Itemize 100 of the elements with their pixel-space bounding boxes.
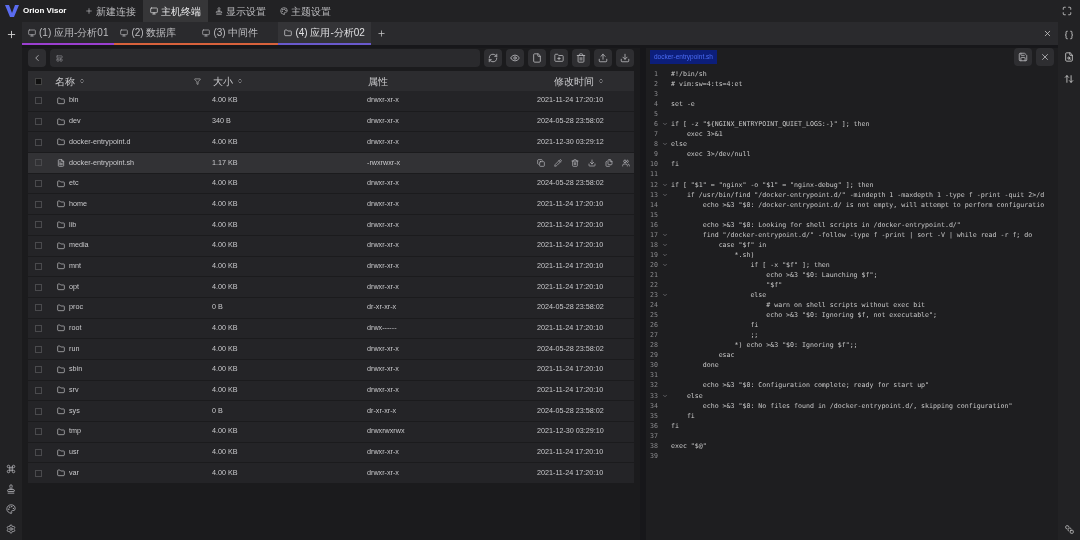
folder-icon [57,365,65,374]
sort-icon[interactable] [79,78,85,84]
logo-icon [5,5,19,17]
row-checkbox[interactable] [35,449,42,457]
delete-icon[interactable] [571,158,579,167]
folder-icon [57,427,65,436]
folder-icon [57,345,65,354]
fold-icon[interactable] [661,241,668,248]
folder-icon [57,96,65,105]
sort-icon[interactable] [1064,74,1074,84]
folder-icon [57,386,65,395]
folder-icon [57,179,65,188]
session-tab[interactable]: (2) 数据库 [114,22,197,45]
row-checkbox[interactable] [35,345,42,353]
upload-icon [598,53,608,63]
download-button[interactable] [616,49,634,67]
fold-icon[interactable] [661,292,668,299]
row-checkbox[interactable] [35,407,42,415]
fold-icon[interactable] [661,121,668,128]
path-field[interactable] [50,49,480,67]
row-checkbox[interactable] [35,324,42,332]
folder-icon [57,324,65,333]
row-checkbox[interactable] [35,159,42,167]
fold-icon[interactable] [661,231,668,238]
row-checkbox[interactable] [35,180,42,188]
new-folder-icon [554,53,564,63]
menu-item[interactable]: 主机终端 [143,0,209,22]
column-header[interactable]: 修改时间 [554,73,594,89]
session-tab[interactable]: (1) 应用-分析01 [22,22,115,45]
session-tab[interactable]: (4) 应用-分析02 [278,22,371,45]
save-button[interactable] [1014,48,1032,66]
column-header[interactable]: 名称 [55,73,75,89]
row-checkbox[interactable] [35,242,42,250]
braces-icon[interactable] [1064,30,1074,40]
sort-icon[interactable] [237,78,243,84]
row-checkbox[interactable] [35,304,42,312]
save-icon [1018,52,1028,62]
folder-icon [57,469,65,478]
row-checkbox[interactable] [35,221,42,229]
new-file-button[interactable] [528,49,546,67]
app-name: Orion Visor [23,5,67,17]
folder-icon [57,220,65,229]
folder-icon [284,28,293,37]
back-button[interactable] [28,49,46,67]
new-folder-button[interactable] [550,49,568,67]
folder-icon [57,117,65,126]
fold-icon[interactable] [661,181,668,188]
menu-item[interactable]: 显示设置 [208,0,274,22]
download-icon[interactable] [588,158,596,167]
palette-icon[interactable] [6,504,16,514]
file-icon [57,158,65,167]
row-checkbox[interactable] [35,469,42,477]
upload-button[interactable] [594,49,612,67]
row-checkbox[interactable] [35,200,42,208]
fullscreen-icon[interactable] [1062,6,1072,16]
refresh-button[interactable] [484,49,502,67]
sort-icon[interactable] [598,78,604,84]
copy-icon[interactable] [537,158,545,167]
files-icon[interactable] [605,158,613,167]
delete-icon [576,53,586,63]
users-icon[interactable] [622,158,630,167]
delete-button[interactable] [572,49,590,67]
edit-icon[interactable] [554,158,562,167]
fold-icon[interactable] [661,392,668,399]
command-icon[interactable] [6,464,16,474]
row-checkbox[interactable] [35,138,42,146]
monitor-icon [28,28,36,37]
row-checkbox[interactable] [35,262,42,270]
download-icon [620,53,630,63]
monitor-icon [202,28,211,37]
fold-icon[interactable] [661,251,668,258]
monitor-icon [120,28,129,37]
folder-icon [57,138,65,147]
close-button[interactable] [1036,48,1054,66]
row-checkbox[interactable] [35,428,42,436]
fold-icon[interactable] [661,141,668,148]
file-search-icon[interactable] [1064,52,1074,62]
back-icon [32,53,42,63]
column-header[interactable]: 大小 [213,73,233,89]
close-icon [1040,52,1050,62]
plus-icon [85,7,94,15]
close-icon[interactable] [1043,29,1052,38]
row-checkbox[interactable] [35,118,42,126]
row-checkbox[interactable] [35,97,42,105]
row-checkbox[interactable] [35,366,42,374]
fold-icon[interactable] [661,191,668,198]
row-checkbox[interactable] [35,386,42,394]
header-checkbox[interactable] [35,77,42,85]
palette-icon [280,7,289,15]
menu-item[interactable]: 主题设置 [273,0,339,22]
fold-icon[interactable] [661,261,668,268]
filter-icon[interactable] [194,77,201,85]
stamp-icon[interactable] [6,484,16,494]
menu-item[interactable]: 新建连接 [78,0,144,22]
eye-button[interactable] [506,49,524,67]
folder-icon [57,407,65,416]
settings-icon[interactable] [6,524,16,534]
row-checkbox[interactable] [35,283,42,291]
new-tab-icon[interactable] [376,29,386,38]
add-icon[interactable] [5,29,17,40]
